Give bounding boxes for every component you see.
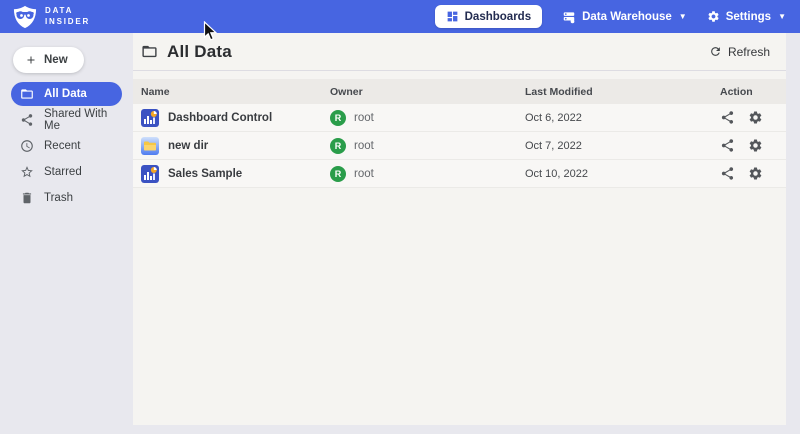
page-title: All Data [167,42,232,62]
nav-settings[interactable]: Settings ▼ [707,10,786,23]
share-icon [20,113,34,127]
sidebar-item-all-data[interactable]: All Data [11,82,122,106]
sidebar-menu: All Data Shared With Me Recent Starred T [0,82,133,210]
main-content-panel: All Data Refresh Name Owner Last Modifie… [133,33,786,425]
owl-logo-icon [12,5,38,29]
sidebar-item-label: Starred [44,166,82,178]
column-header-name: Name [141,86,330,98]
plus-icon [25,54,37,66]
sidebar-item-starred[interactable]: Starred [11,160,122,184]
database-icon [562,10,576,24]
sidebar-item-label: Trash [44,192,73,204]
top-nav-items: Dashboards Data Warehouse ▼ Se [435,5,786,28]
last-modified-date: Oct 10, 2022 [525,168,720,180]
column-header-action: Action [720,86,786,98]
table-row[interactable]: Sales Sample R root Oct 10, 2022 [133,160,786,188]
star-icon [20,165,34,179]
app-logo[interactable]: DATA INSIDER [12,5,90,29]
owner-name: root [354,168,374,180]
nav-dashboards-label: Dashboards [465,11,531,23]
refresh-label: Refresh [728,45,770,59]
owner-avatar: R [330,110,346,126]
table-row[interactable]: new dir R root Oct 7, 2022 [133,132,786,160]
share-icon[interactable] [720,110,735,125]
sidebar-item-shared-with-me[interactable]: Shared With Me [11,108,122,132]
nav-settings-label: Settings [726,11,771,23]
folder-file-icon [141,137,159,155]
share-icon[interactable] [720,166,735,181]
chevron-down-icon: ▼ [679,12,687,21]
table-header-row: Name Owner Last Modified Action [133,79,786,104]
file-name: Dashboard Control [168,112,272,124]
logo-wordmark: DATA INSIDER [45,6,90,28]
page-header: All Data Refresh [133,33,786,71]
sidebar-item-label: All Data [44,88,87,100]
refresh-button[interactable]: Refresh [709,45,770,59]
sidebar-item-label: Shared With Me [44,108,113,132]
dashboard-file-icon [141,165,159,183]
gear-icon [707,10,720,23]
folder-icon [20,87,34,101]
new-button-label: New [44,54,68,66]
nav-dashboards-button[interactable]: Dashboards [435,5,542,28]
owner-name: root [354,140,374,152]
column-header-last-modified: Last Modified [525,86,720,98]
dashboard-file-icon [141,109,159,127]
last-modified-date: Oct 7, 2022 [525,140,720,152]
file-name: new dir [168,140,208,152]
clock-icon [20,139,34,153]
new-button[interactable]: New [13,47,84,73]
gear-icon[interactable] [748,138,763,153]
file-name: Sales Sample [168,168,242,180]
owner-avatar: R [330,138,346,154]
nav-data-warehouse-label: Data Warehouse [582,11,672,23]
table-row[interactable]: Dashboard Control R root Oct 6, 2022 [133,104,786,132]
trash-icon [20,191,34,205]
share-icon[interactable] [720,138,735,153]
top-navbar: DATA INSIDER Dashboards [0,0,800,33]
folder-icon [141,43,158,60]
column-header-owner: Owner [330,86,525,98]
owner-name: root [354,112,374,124]
owner-avatar: R [330,166,346,182]
sidebar-item-recent[interactable]: Recent [11,134,122,158]
gear-icon[interactable] [748,110,763,125]
chevron-down-icon: ▼ [778,12,786,21]
nav-data-warehouse[interactable]: Data Warehouse ▼ [562,10,687,24]
sidebar-item-trash[interactable]: Trash [11,186,122,210]
dashboard-grid-icon [446,10,459,23]
refresh-icon [709,45,722,58]
last-modified-date: Oct 6, 2022 [525,112,720,124]
sidebar: New All Data Shared With Me Recent Star [0,33,133,434]
files-table: Name Owner Last Modified Action [133,79,786,188]
gear-icon[interactable] [748,166,763,181]
sidebar-item-label: Recent [44,140,80,152]
